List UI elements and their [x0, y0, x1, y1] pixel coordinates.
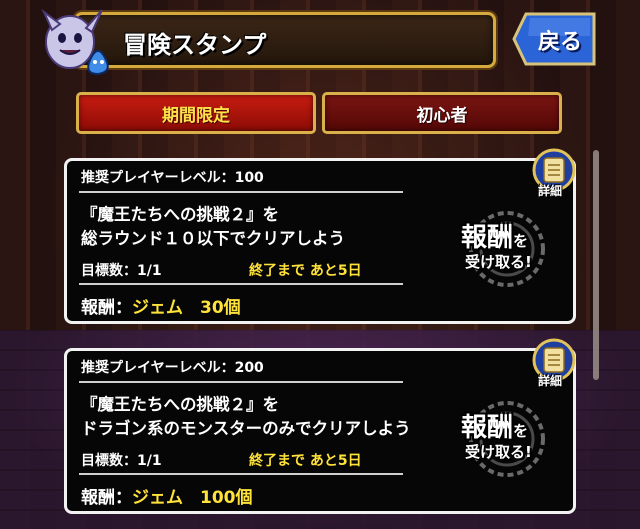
- mission-line-2: ドラゴン系のモンスターのみでクリアしよう: [81, 419, 411, 438]
- claim-main: 報酬: [461, 223, 514, 253]
- divider: [79, 381, 403, 383]
- claim-text: 報酬を: [461, 217, 528, 254]
- mission-line-1: 『魔王たちへの挑戦２』を: [81, 395, 279, 414]
- reward: 報酬：ジェム 100個: [81, 483, 253, 508]
- reward-label: 報酬：: [81, 488, 132, 508]
- goal-count: 目標数：1/1: [81, 260, 162, 280]
- deadline: 終了まで あと5日: [249, 263, 362, 279]
- claim-sub: 受け取る!: [465, 253, 532, 271]
- goal-count: 目標数：1/1: [81, 450, 162, 470]
- divider: [79, 473, 403, 475]
- detail-button[interactable]: 詳細: [530, 338, 578, 394]
- mission-card: 推奨プレイヤーレベル：200 『魔王たちへの挑戦２』を ドラゴン系のモンスターの…: [64, 348, 576, 514]
- detail-label: 詳細: [538, 374, 563, 388]
- page-title: 冒険スタンプ: [123, 31, 267, 59]
- back-button[interactable]: 戻る: [512, 10, 598, 68]
- mission-card: 推奨プレイヤーレベル：100 『魔王たちへの挑戦２』を 総ラウンド１０以下でクリ…: [64, 158, 576, 324]
- claim-sub: 受け取る!: [465, 443, 532, 461]
- reward-value: ジェム 30個: [132, 298, 241, 318]
- mission-line-1: 『魔王たちへの挑戦２』を: [81, 205, 279, 224]
- mission-line-2: 総ラウンド１０以下でクリアしよう: [81, 229, 345, 248]
- mascot-icon: [41, 8, 109, 76]
- claim-reward-button[interactable]: 報酬を 受け取る!: [447, 207, 569, 289]
- claim-reward-button[interactable]: 報酬を 受け取る!: [447, 397, 569, 479]
- claim-suffix: を: [513, 422, 529, 440]
- goal-label: 目標数：: [81, 453, 137, 469]
- goal-value: 1/1: [137, 453, 162, 469]
- recommended-level: 推奨プレイヤーレベル：200: [81, 360, 264, 376]
- back-button-label: 戻る: [538, 30, 583, 55]
- reward: 報酬：ジェム 30個: [81, 293, 241, 318]
- claim-main: 報酬: [461, 413, 514, 443]
- detail-label: 詳細: [538, 184, 563, 198]
- recommended-level: 推奨プレイヤーレベル：100: [81, 170, 264, 186]
- reward-label: 報酬：: [81, 298, 132, 318]
- goal-value: 1/1: [137, 263, 162, 279]
- detail-button[interactable]: 詳細: [530, 148, 578, 204]
- tab-limited-time[interactable]: 期間限定: [76, 92, 316, 134]
- deadline: 終了まで あと5日: [249, 453, 362, 469]
- goal-label: 目標数：: [81, 263, 137, 279]
- title-bar: 冒険スタンプ: [74, 12, 496, 68]
- scrollbar[interactable]: [593, 150, 599, 380]
- divider: [79, 283, 403, 285]
- claim-text: 報酬を: [461, 407, 528, 444]
- reward-value: ジェム 100個: [132, 488, 253, 508]
- claim-suffix: を: [513, 232, 529, 250]
- tab-beginner[interactable]: 初心者: [322, 92, 562, 134]
- divider: [79, 191, 403, 193]
